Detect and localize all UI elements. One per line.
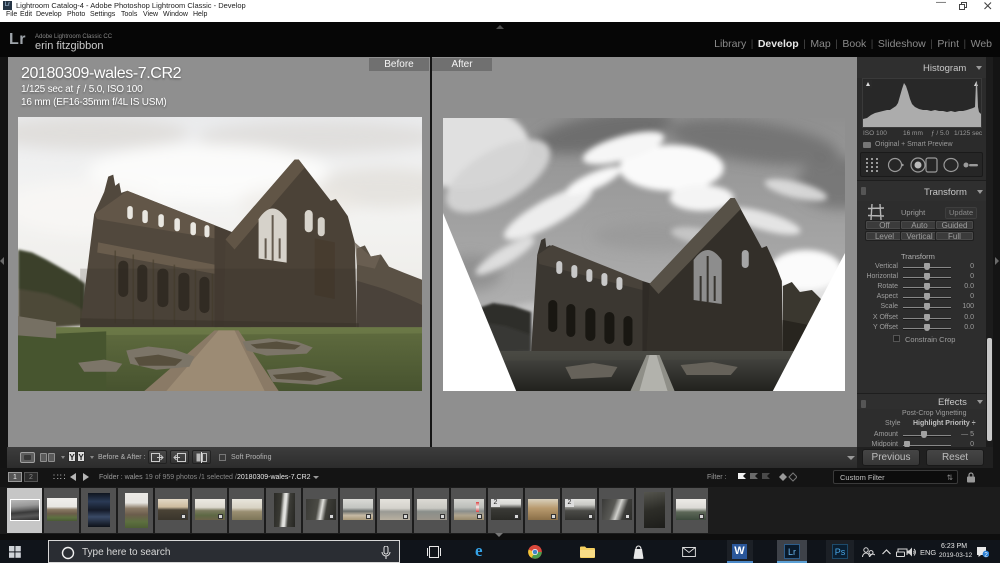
svg-text:2: 2 <box>984 551 988 558</box>
